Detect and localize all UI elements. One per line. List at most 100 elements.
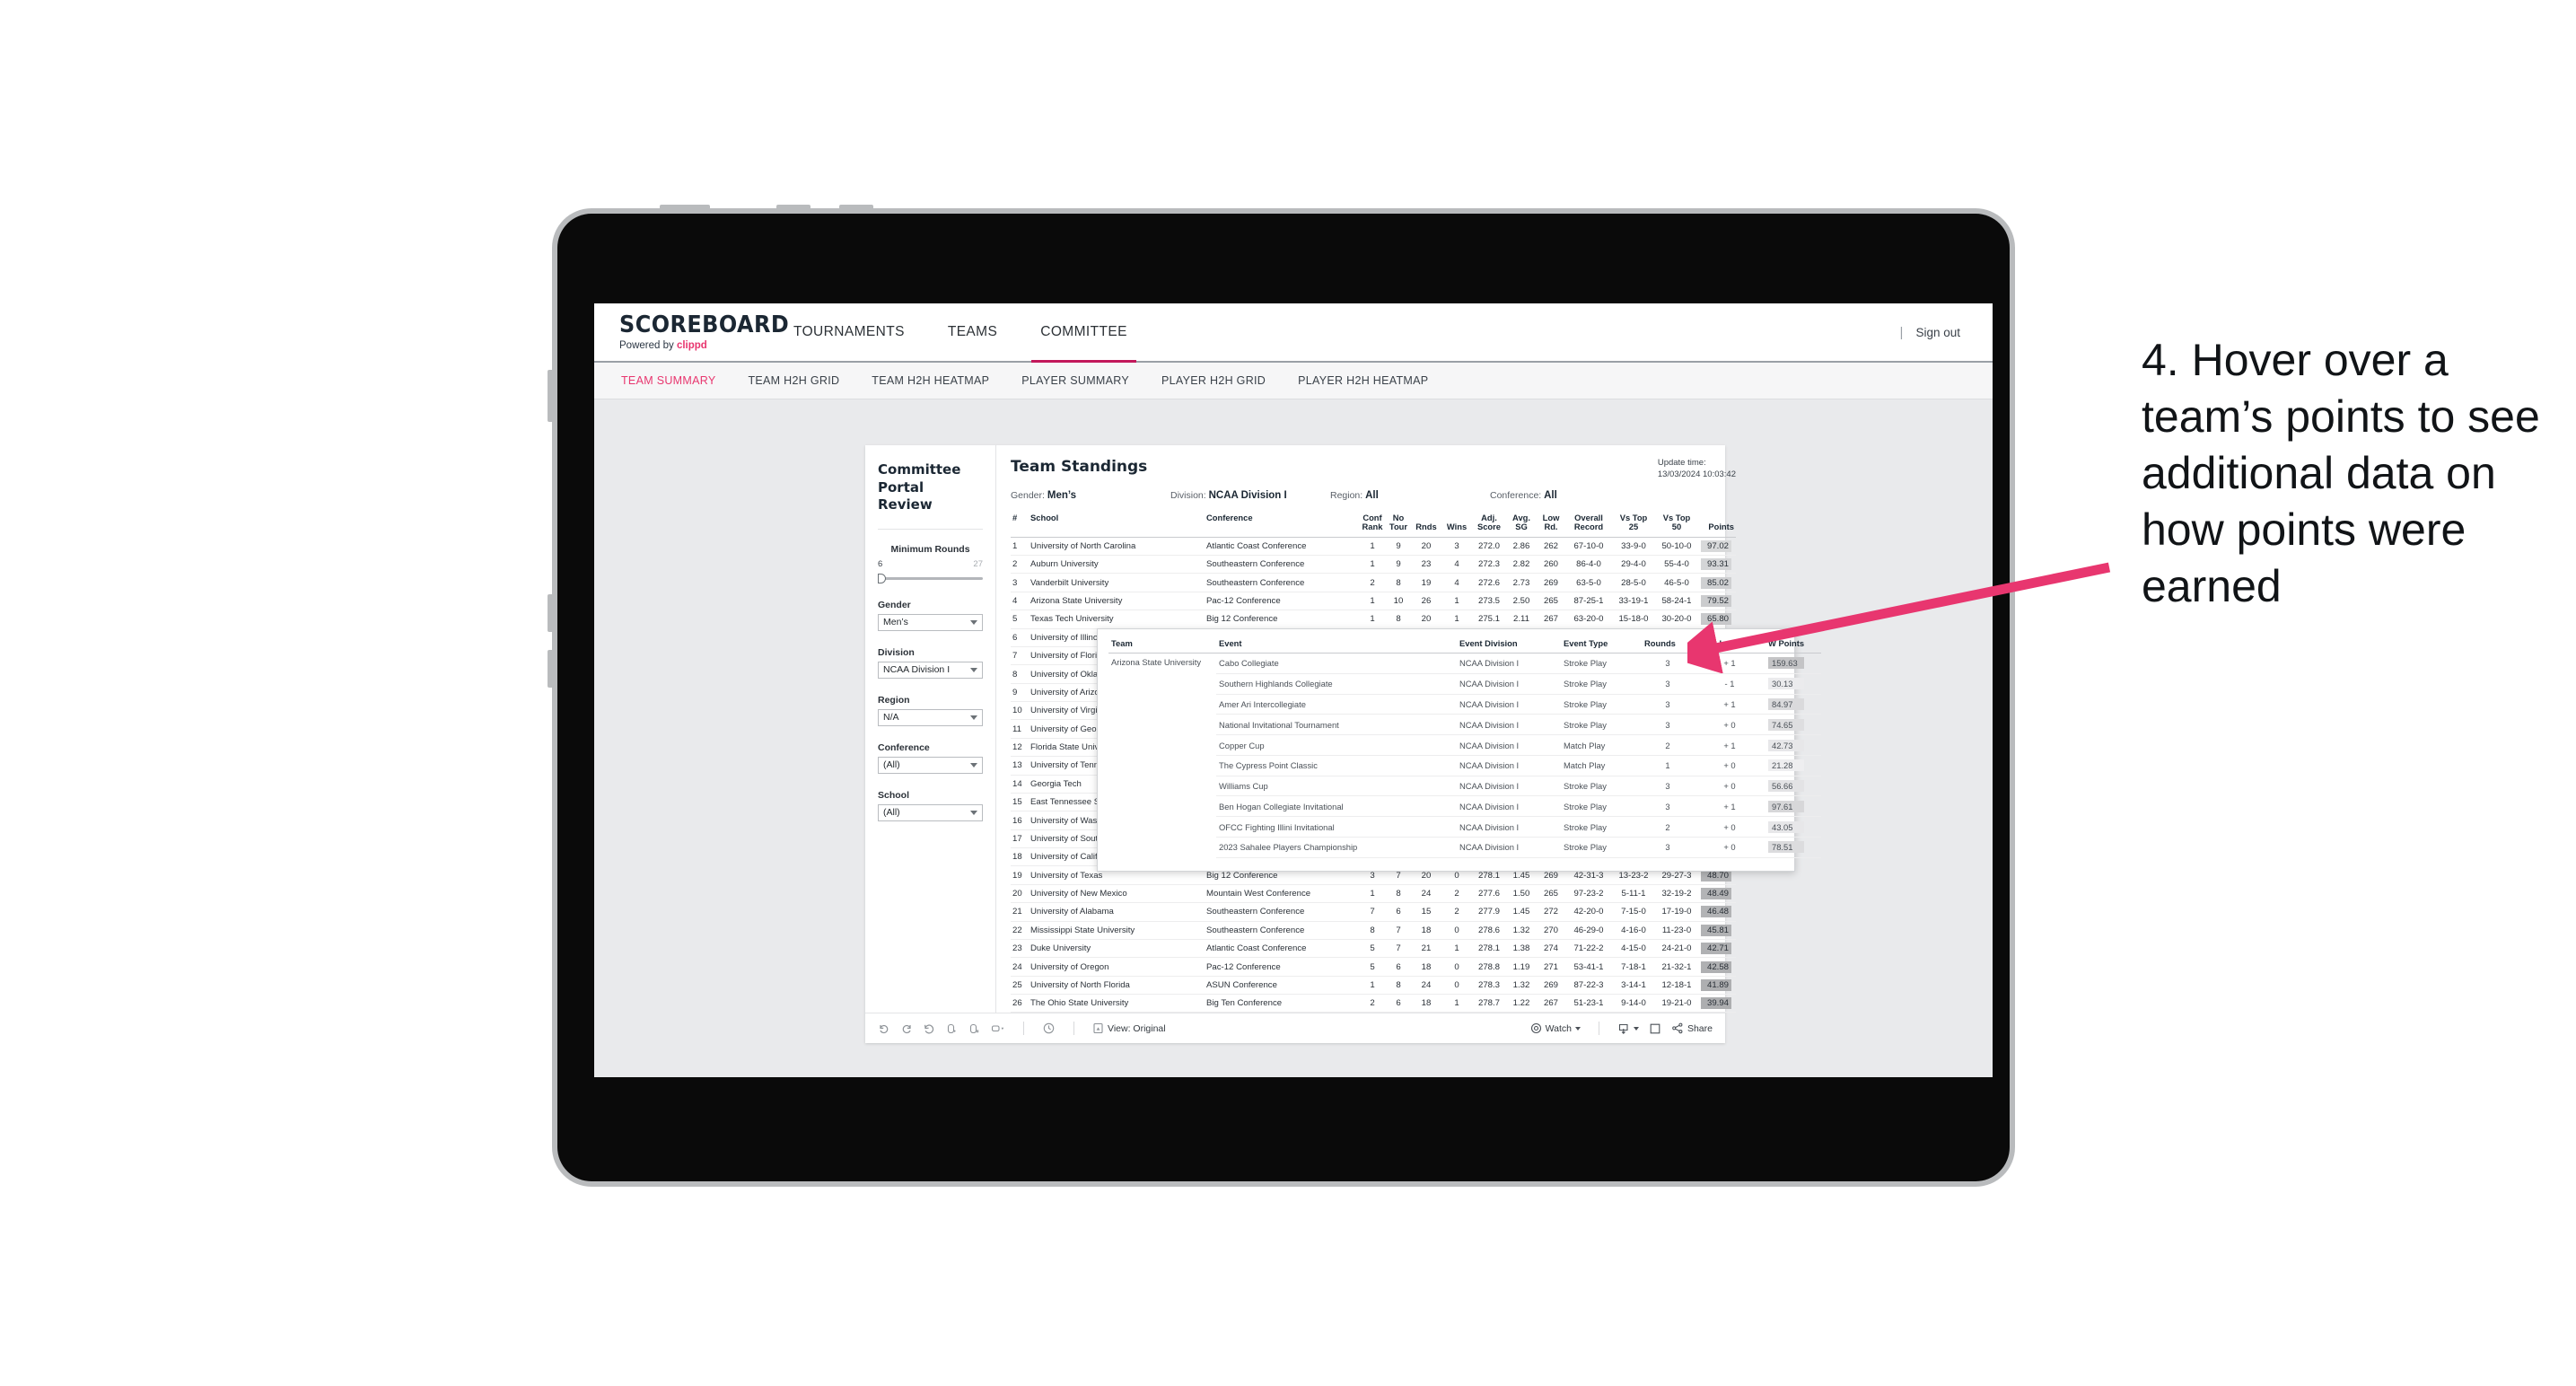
col-header-points[interactable]: Points [1698, 510, 1736, 538]
subnav-item-team-summary[interactable]: TEAM SUMMARY [621, 374, 735, 387]
refresh-icon[interactable] [945, 1022, 958, 1035]
col-header-overall-record[interactable]: Overall Record [1565, 510, 1612, 538]
table-row[interactable]: 5 Texas Tech University Big 12 Conference 1… [1011, 610, 1736, 629]
points-chip[interactable]: 48.49 [1701, 888, 1731, 899]
tooltip-cell-rank-impact: + 0 [1694, 776, 1766, 797]
col-header-wins[interactable]: Wins [1441, 510, 1472, 538]
subnav-item-player-h2h-grid[interactable]: PLAYER H2H GRID [1161, 374, 1285, 387]
tooltip-cell-event-division: NCAA Division I [1457, 734, 1561, 756]
points-chip[interactable]: 42.58 [1701, 961, 1731, 973]
minimum-rounds-slider[interactable] [878, 573, 983, 583]
col-header-adj-score[interactable]: Adj. Score [1472, 510, 1506, 538]
school-select[interactable]: (All) [878, 803, 983, 821]
subnav-item-team-h2h-grid[interactable]: TEAM H2H GRID [748, 374, 859, 387]
table-row[interactable]: 1 University of North Carolina Atlantic Co… [1011, 537, 1736, 557]
cell-points[interactable]: 85.02 [1698, 573, 1736, 592]
share-button[interactable]: Share [1671, 1022, 1713, 1034]
points-chip[interactable]: 41.89 [1701, 978, 1731, 991]
col-header-school[interactable]: School [1029, 510, 1205, 538]
nav-item-teams[interactable]: TEAMS [926, 303, 1019, 361]
col-header-rnds[interactable]: Rnds [1411, 510, 1441, 538]
table-row[interactable]: 3 Vanderbilt University Southeastern Confe… [1011, 573, 1736, 592]
table-row[interactable]: 4 Arizona State University Pac-12 Conferen… [1011, 592, 1736, 611]
cell-points[interactable]: 93.31 [1698, 555, 1736, 575]
cell-points[interactable]: 46.48 [1698, 902, 1736, 922]
col-header-no-tour[interactable]: No Tour [1386, 510, 1411, 538]
slider-handle[interactable] [878, 573, 886, 583]
subnav-item-team-h2h-heatmap[interactable]: TEAM H2H HEATMAP [872, 374, 1009, 387]
cell-points[interactable]: 65.80 [1698, 610, 1736, 629]
col-header-rank[interactable]: # [1011, 510, 1029, 538]
table-row[interactable]: 23 Duke University Atlantic Coast Conferen… [1011, 939, 1736, 959]
cell-record: 42-20-0 [1565, 902, 1612, 922]
sign-out-link[interactable]: Sign out [1915, 326, 1960, 339]
summary-division-value: NCAA Division I [1208, 489, 1287, 501]
col-header-vs-top-50[interactable]: Vs Top 50 [1655, 510, 1698, 538]
volume-down-button[interactable] [548, 650, 554, 688]
points-chip[interactable]: 42.71 [1701, 943, 1731, 955]
points-chip[interactable]: 97.02 [1701, 539, 1731, 552]
conference-select[interactable]: (All) [878, 756, 983, 774]
col-header-avg-sg[interactable]: Avg. SG [1506, 510, 1537, 538]
cell-points[interactable]: 42.58 [1698, 957, 1736, 977]
power-button[interactable] [660, 205, 710, 211]
top-button-2[interactable] [776, 205, 810, 211]
col-header-conf-rank[interactable]: Conf Rank [1359, 510, 1386, 538]
download-button[interactable] [1617, 1022, 1639, 1035]
table-row[interactable]: 25 University of North Florida ASUN Confer… [1011, 976, 1736, 996]
cell-points[interactable]: 42.71 [1698, 939, 1736, 959]
gender-select[interactable]: Men’s [878, 613, 983, 631]
points-chip[interactable]: 46.48 [1701, 906, 1731, 918]
region-select[interactable]: N/A [878, 708, 983, 726]
volume-up-button[interactable] [548, 594, 554, 632]
cell-points[interactable]: 39.94 [1698, 994, 1736, 1013]
cell-record: 71-22-2 [1565, 939, 1612, 959]
table-row[interactable]: 20 University of New Mexico Mountain West … [1011, 884, 1736, 904]
col-header-vs-top-25[interactable]: Vs Top 25 [1612, 510, 1655, 538]
cell-avg-sg: 1.32 [1506, 976, 1537, 996]
subnav-item-player-h2h-heatmap[interactable]: PLAYER H2H HEATMAP [1298, 374, 1448, 387]
subnav-item-player-summary[interactable]: PLAYER SUMMARY [1021, 374, 1149, 387]
brand-logo[interactable]: SCOREBOARD Powered by clippd [594, 303, 789, 361]
cell-rnds: 24 [1411, 884, 1441, 904]
points-chip[interactable]: 65.80 [1701, 613, 1731, 626]
points-chip[interactable]: 45.81 [1701, 924, 1731, 936]
history-icon[interactable] [1042, 1022, 1056, 1035]
chevron-down-icon [970, 715, 977, 720]
table-row[interactable]: 2 Auburn University Southeastern Conferenc… [1011, 555, 1736, 575]
table-row[interactable]: 22 Mississippi State University Southeaste… [1011, 921, 1736, 940]
cell-rank: 25 [1011, 976, 1029, 996]
nav-item-committee[interactable]: COMMITTEE [1019, 303, 1149, 363]
side-button-1[interactable] [548, 370, 554, 422]
cell-no-tour: 9 [1386, 537, 1411, 557]
undo-icon[interactable] [878, 1022, 890, 1035]
tooltip-row: Copper Cup NCAA Division I Match Play 2 + 14… [1108, 734, 1821, 756]
top-button-3[interactable] [839, 205, 873, 211]
points-chip[interactable]: 93.31 [1701, 558, 1731, 571]
redo-icon[interactable] [900, 1022, 913, 1035]
points-chip[interactable]: 85.02 [1701, 576, 1731, 589]
pause-auto-update-icon[interactable] [990, 1022, 1005, 1035]
cell-points[interactable]: 79.52 [1698, 592, 1736, 611]
w-points-chip: 78.51 [1768, 841, 1804, 854]
fullscreen-icon[interactable] [1649, 1022, 1661, 1035]
table-row[interactable]: 24 University of Oregon Pac-12 Conference 5… [1011, 957, 1736, 977]
tooltip-cell-event-type: Match Play [1561, 755, 1642, 776]
pause-refresh-icon[interactable] [968, 1022, 980, 1035]
cell-points[interactable]: 45.81 [1698, 921, 1736, 940]
cell-points[interactable]: 48.49 [1698, 884, 1736, 904]
col-header-conference[interactable]: Conference [1205, 510, 1359, 538]
table-row[interactable]: 26 The Ohio State University Big Ten Confe… [1011, 994, 1736, 1013]
col-header-low-rd[interactable]: Low Rd. [1537, 510, 1565, 538]
nav-item-tournaments[interactable]: TOURNAMENTS [772, 303, 926, 361]
cell-points[interactable]: 41.89 [1698, 976, 1736, 996]
revert-icon[interactable] [923, 1022, 935, 1035]
cell-points[interactable]: 97.02 [1698, 537, 1736, 557]
view-original-button[interactable]: View: Original [1092, 1022, 1166, 1034]
division-select[interactable]: NCAA Division I [878, 661, 983, 679]
watch-button[interactable]: Watch [1530, 1022, 1581, 1034]
table-row[interactable]: 21 University of Alabama Southeastern Conf… [1011, 902, 1736, 922]
points-chip[interactable]: 79.52 [1701, 595, 1731, 607]
points-chip[interactable]: 39.94 [1701, 997, 1731, 1010]
cell-conference: Mountain West Conference [1205, 884, 1359, 904]
